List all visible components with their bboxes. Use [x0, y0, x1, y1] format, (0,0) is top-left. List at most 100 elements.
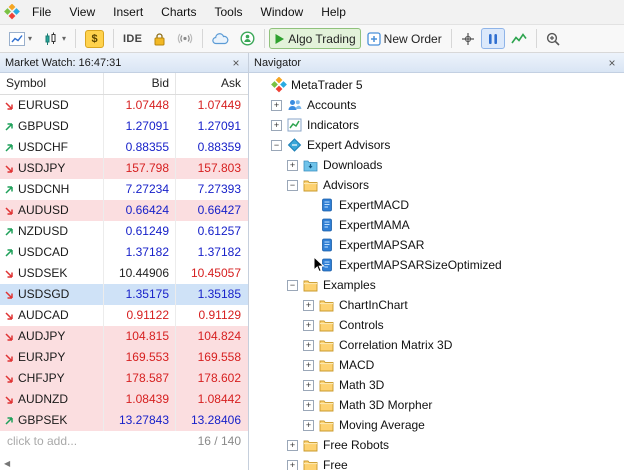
expand-icon[interactable]: +: [287, 459, 298, 470]
market-watch-row[interactable]: GBPUSD 1.27091 1.27091: [0, 116, 248, 137]
play-icon: [275, 33, 285, 44]
market-watch-row[interactable]: AUDCAD 0.91122 0.91129: [0, 305, 248, 326]
menu-item-help[interactable]: Help: [312, 1, 355, 23]
zoom-in-button[interactable]: [541, 28, 565, 49]
tree-item-indicators[interactable]: + Indicators: [249, 115, 624, 135]
expand-icon[interactable]: +: [271, 119, 282, 131]
menu-item-view[interactable]: View: [60, 1, 104, 23]
tree-item-math-3d[interactable]: + Math 3D: [249, 375, 624, 395]
collapse-icon[interactable]: −: [287, 279, 298, 291]
data-window-button[interactable]: [480, 28, 505, 49]
market-watch-row[interactable]: USDCHF 0.88355 0.88359: [0, 137, 248, 158]
bid-cell: 13.27843: [104, 410, 176, 431]
tree-item-macd[interactable]: + MACD: [249, 355, 624, 375]
tree-item-controls[interactable]: + Controls: [249, 315, 624, 335]
navigator-titlebar[interactable]: Navigator ×: [249, 53, 624, 73]
market-watch-row[interactable]: AUDJPY 104.815 104.824: [0, 326, 248, 347]
tree-item-accounts[interactable]: + Accounts: [249, 95, 624, 115]
expand-icon[interactable]: +: [287, 439, 298, 451]
tree-item-label: Accounts: [307, 98, 357, 112]
tree-item-expertmapsar[interactable]: ExpertMAPSAR: [249, 235, 624, 255]
market-watch-row[interactable]: EURJPY 169.553 169.558: [0, 347, 248, 368]
menu-item-file[interactable]: File: [23, 1, 60, 23]
column-header-ask[interactable]: Ask: [176, 73, 247, 94]
expand-icon[interactable]: +: [303, 319, 314, 331]
tree-item-expertmapsarsizeoptimized[interactable]: ExpertMAPSARSizeOptimized: [249, 255, 624, 275]
symbols-button[interactable]: $: [80, 28, 109, 49]
bid-cell: 10.44906: [104, 263, 176, 284]
signals-button[interactable]: [172, 28, 198, 49]
menu-item-window[interactable]: Window: [252, 1, 313, 23]
mt5-window: File View Insert Charts Tools Window Help ▾ ▾ …: [0, 0, 624, 470]
column-header-bid[interactable]: Bid: [104, 73, 176, 94]
tree-item-metatrader-5[interactable]: MetaTrader 5: [249, 75, 624, 95]
tree-item-expertmacd[interactable]: ExpertMACD: [249, 195, 624, 215]
expand-icon[interactable]: +: [303, 399, 314, 411]
tree-item-expert-advisors[interactable]: − Expert Advisors: [249, 135, 624, 155]
tree-item-examples[interactable]: − Examples: [249, 275, 624, 295]
tree-item-chartinchart[interactable]: + ChartInChart: [249, 295, 624, 315]
market-watch-row[interactable]: EURUSD 1.07448 1.07449: [0, 95, 248, 116]
tree-item-advisors[interactable]: − Advisors: [249, 175, 624, 195]
tree-item-label: Moving Average: [339, 418, 425, 432]
bid-cell: 157.798: [104, 158, 176, 179]
tick-down-icon: [0, 305, 18, 326]
folder-icon: [302, 439, 319, 452]
indicator-list-button[interactable]: [506, 28, 532, 49]
market-watch-row[interactable]: CHFJPY 178.587 178.602: [0, 368, 248, 389]
close-icon[interactable]: ×: [605, 56, 619, 70]
algo-trading-label: Algo Trading: [288, 31, 356, 46]
market-watch-row[interactable]: USDCNH 7.27234 7.27393: [0, 179, 248, 200]
metaeditor-ide-button[interactable]: IDE: [118, 28, 147, 49]
symbol-cell: AUDCAD: [18, 305, 104, 326]
tree-item-math-3d-morpher[interactable]: + Math 3D Morpher: [249, 395, 624, 415]
menu-item-insert[interactable]: Insert: [104, 1, 152, 23]
expand-icon[interactable]: +: [303, 379, 314, 391]
market-watch-row[interactable]: GBPSEK 13.27843 13.28406: [0, 410, 248, 431]
market-watch-row[interactable]: USDSEK 10.44906 10.45057: [0, 263, 248, 284]
bid-cell: 169.553: [104, 347, 176, 368]
expand-icon[interactable]: +: [287, 159, 298, 171]
collapse-icon[interactable]: −: [271, 139, 282, 151]
tree-item-correlation-matrix-3d[interactable]: + Correlation Matrix 3D: [249, 335, 624, 355]
click-to-add[interactable]: click to add...: [7, 431, 77, 451]
market-watch-row[interactable]: AUDUSD 0.66424 0.66427: [0, 200, 248, 221]
menu-item-tools[interactable]: Tools: [206, 1, 252, 23]
market-watch-row[interactable]: NZDUSD 0.61249 0.61257: [0, 221, 248, 242]
tree-item-free-robots[interactable]: + Free Robots: [249, 435, 624, 455]
market-watch-titlebar[interactable]: Market Watch: 16:47:31 ×: [0, 53, 248, 73]
scroll-left-icon[interactable]: ◀: [4, 459, 10, 468]
menu-item-charts[interactable]: Charts: [152, 1, 205, 23]
cloud-button[interactable]: [207, 28, 234, 49]
tree-item-label: Free: [323, 458, 348, 470]
chart-type-button[interactable]: ▾: [38, 28, 71, 49]
tree-item-free[interactable]: + Free: [249, 455, 624, 470]
expand-icon[interactable]: +: [303, 299, 314, 311]
tree-item-downloads[interactable]: + Downloads: [249, 155, 624, 175]
column-header-symbol[interactable]: Symbol: [0, 73, 104, 94]
algo-trading-button[interactable]: Algo Trading: [269, 28, 361, 49]
lock-button[interactable]: [148, 28, 171, 49]
expand-icon[interactable]: +: [303, 359, 314, 371]
expand-icon[interactable]: +: [303, 339, 314, 351]
symbol-cell: USDCAD: [18, 242, 104, 263]
bid-cell: 0.61249: [104, 221, 176, 242]
folder-icon: [318, 299, 335, 312]
new-order-button[interactable]: New Order: [362, 28, 447, 49]
tree-item-expertmama[interactable]: ExpertMAMA: [249, 215, 624, 235]
market-watch-row[interactable]: AUDNZD 1.08439 1.08442: [0, 389, 248, 410]
crosshair-button[interactable]: [456, 28, 480, 49]
expand-icon[interactable]: +: [271, 99, 282, 111]
new-chart-button[interactable]: ▾: [4, 28, 37, 49]
collapse-icon[interactable]: −: [287, 179, 298, 191]
tree-item-label: Controls: [339, 318, 384, 332]
market-watch-row[interactable]: USDCAD 1.37182 1.37182: [0, 242, 248, 263]
tree-item-moving-average[interactable]: + Moving Average: [249, 415, 624, 435]
expand-icon[interactable]: +: [303, 419, 314, 431]
tick-down-icon: [0, 284, 18, 305]
close-icon[interactable]: ×: [229, 56, 243, 70]
navigator-tree: MetaTrader 5 + Accounts + Indicators − Expert …: [249, 73, 624, 470]
market-watch-row[interactable]: USDJPY 157.798 157.803: [0, 158, 248, 179]
community-button[interactable]: [235, 28, 260, 49]
market-watch-row[interactable]: USDSGD 1.35175 1.35185: [0, 284, 248, 305]
